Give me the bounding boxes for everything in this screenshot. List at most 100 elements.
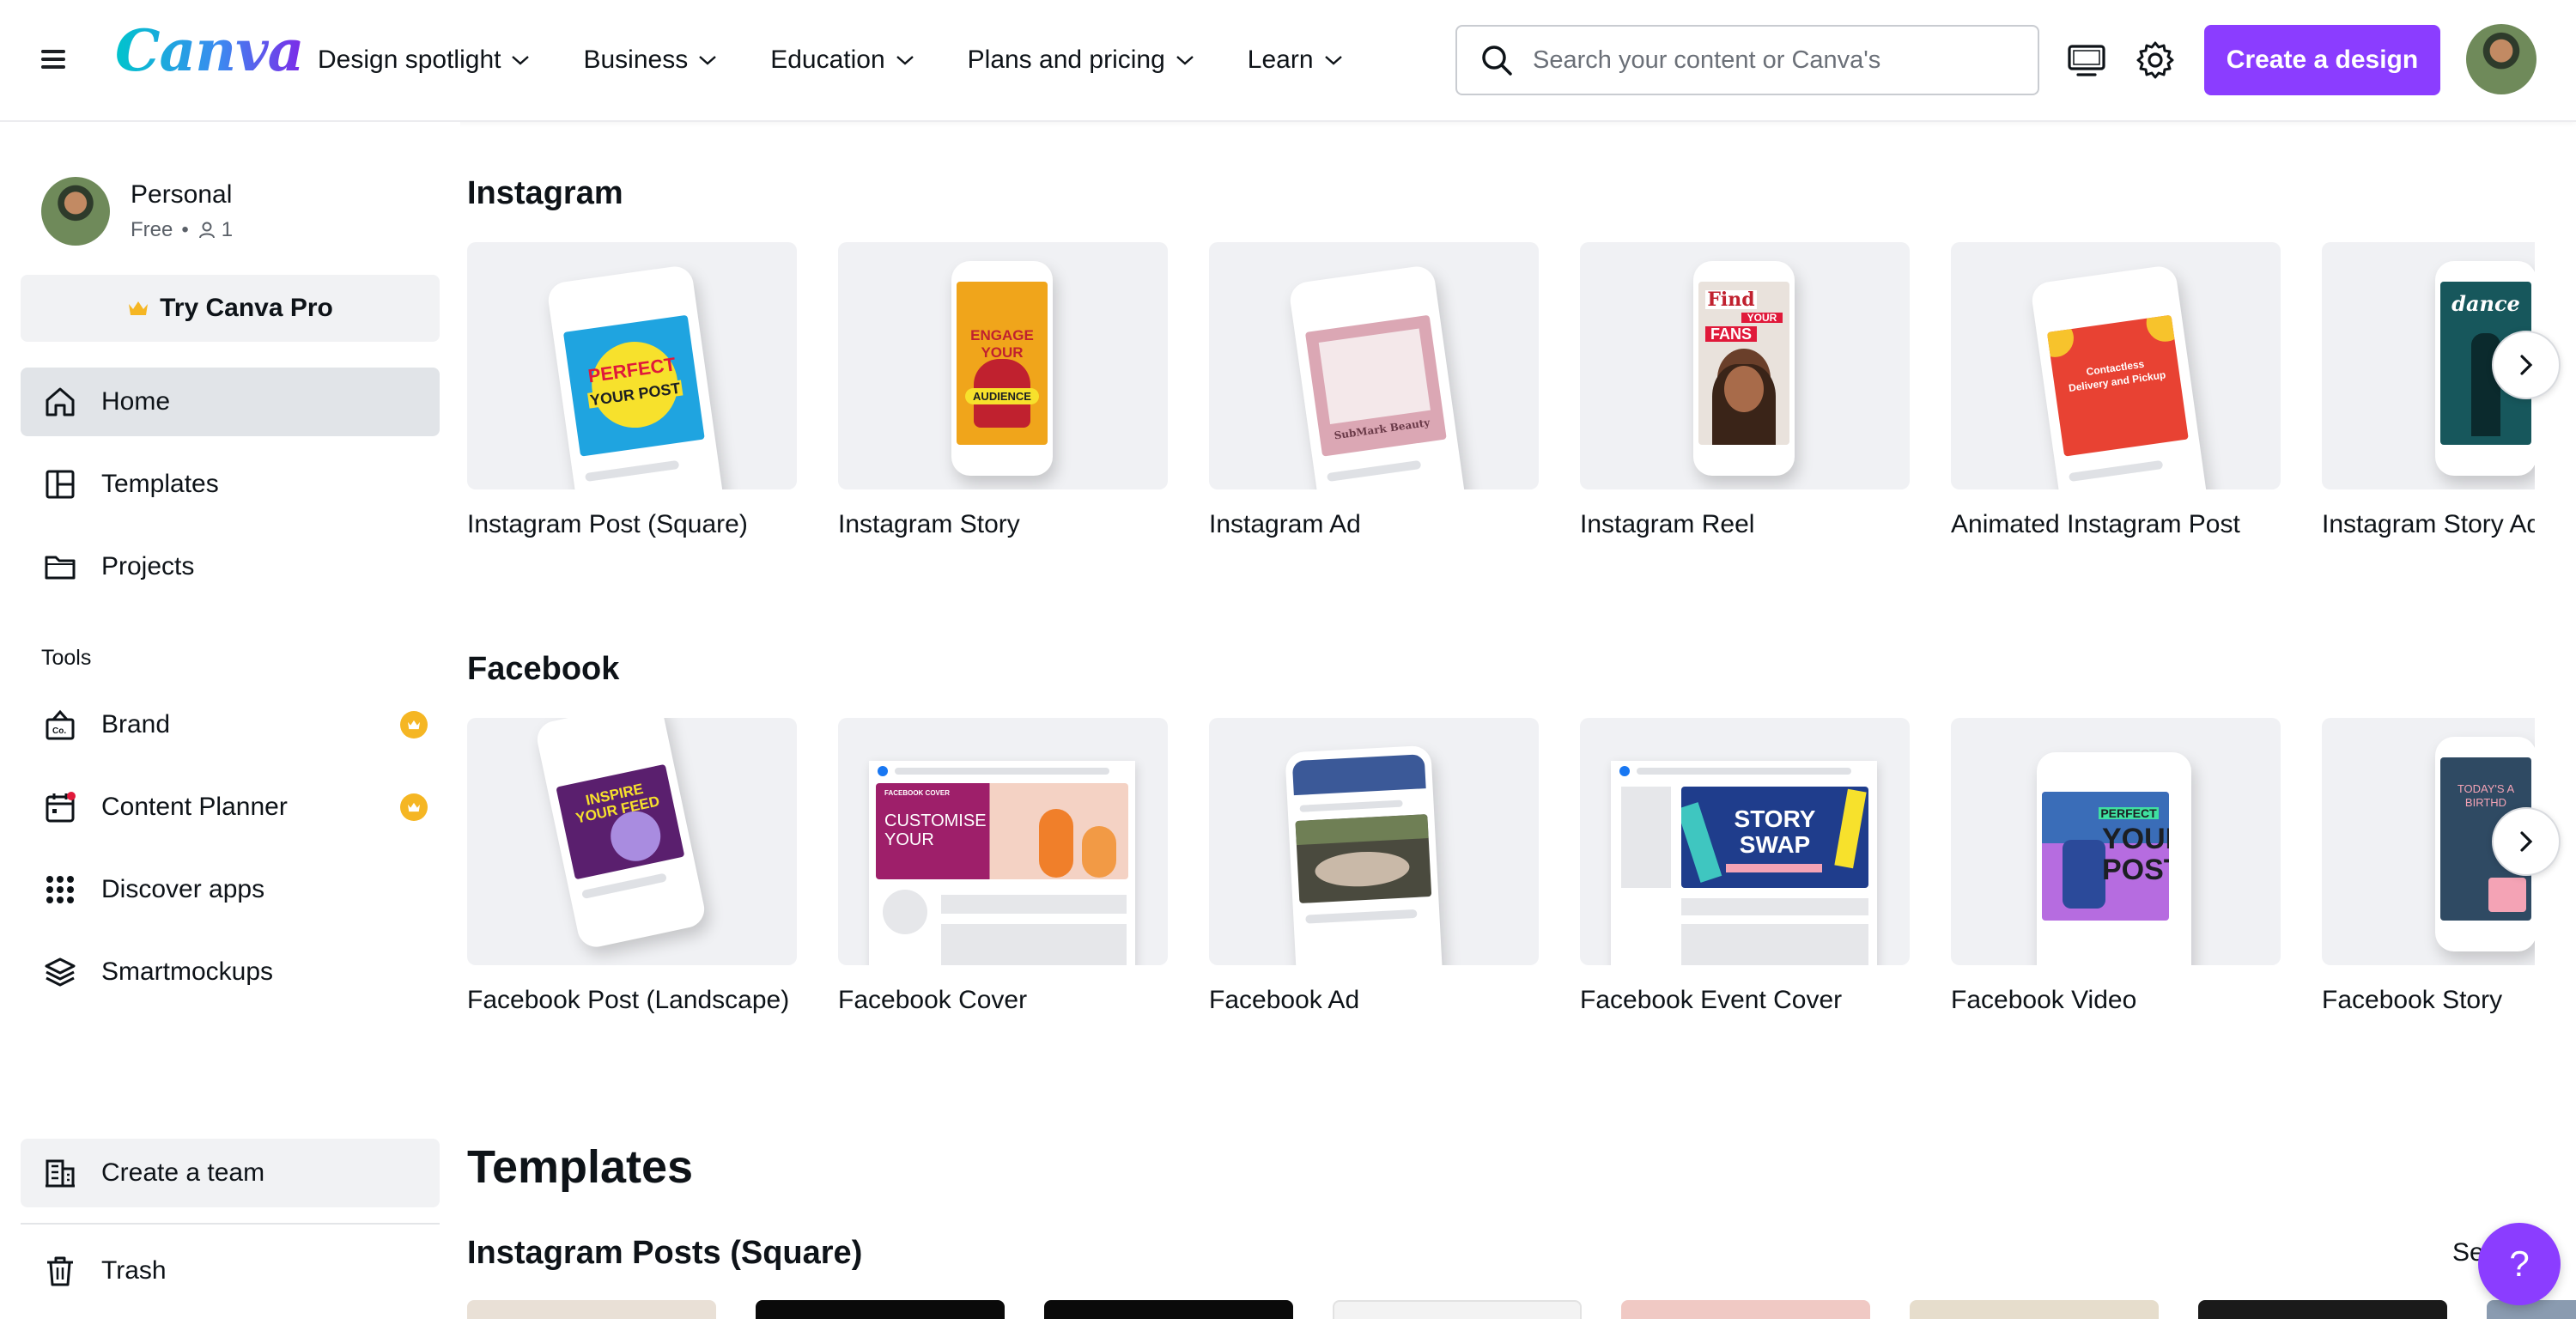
art-text: PERFECT — [2099, 807, 2159, 819]
sidebar-item-discover-apps[interactable]: Discover apps — [21, 855, 440, 924]
template-thumbnail[interactable] — [1044, 1300, 1293, 1319]
instagram-carousel-next-button[interactable] — [2492, 331, 2561, 399]
settings-gear-icon[interactable] — [2135, 40, 2176, 81]
facebook-carousel-next-button[interactable] — [2492, 807, 2561, 876]
chevron-down-icon — [896, 56, 914, 65]
search-box[interactable] — [1455, 25, 2039, 95]
sidebar-item-label: Home — [101, 387, 171, 416]
design-card-instagram-story[interactable]: ENGAGE YOUR AUDIENCE Instagram Story — [838, 242, 1168, 539]
card-thumbnail: INSPIRE YOUR FEED — [467, 718, 797, 965]
member-count: 1 — [221, 218, 234, 241]
search-input[interactable] — [1533, 46, 2014, 75]
design-card-facebook-event-cover[interactable]: STORY SWAP Facebook Event Cover — [1580, 718, 1910, 1015]
card-label: Facebook Video — [1951, 986, 2137, 1014]
template-thumbnail[interactable] — [1333, 1300, 1582, 1319]
sidebar-item-label: Content Planner — [101, 793, 288, 821]
art-text: TODAY'S A — [2457, 782, 2515, 795]
sidebar-item-brand[interactable]: Co. Brand — [21, 690, 440, 759]
card-label: Instagram Story — [838, 510, 1020, 538]
search-icon — [1482, 46, 1512, 76]
canva-logo[interactable]: Canva — [115, 17, 304, 84]
template-thumbnail[interactable] — [1910, 1300, 2159, 1319]
plan-label: Free — [131, 218, 173, 241]
art-text: CUSTOMISE — [884, 811, 987, 830]
create-team-button[interactable]: Create a team — [21, 1139, 440, 1207]
sidebar-item-content-planner[interactable]: Content Planner — [21, 773, 440, 842]
sidebar-item-label: Templates — [101, 470, 219, 498]
design-card-facebook-cover[interactable]: FACEBOOK COVER CUSTOMISE YOUR Facebook C… — [838, 718, 1168, 1015]
pro-crown-badge — [400, 793, 428, 821]
template-thumbnail[interactable] — [756, 1300, 1005, 1319]
design-card-instagram-post-square[interactable]: PERFECT YOUR POST Instagram Post (Square… — [467, 242, 797, 539]
template-thumbnails-row — [467, 1300, 2576, 1319]
sidebar-item-smartmockups[interactable]: Smartmockups — [21, 938, 440, 1006]
profile-switcher[interactable]: Personal Free • 1 — [41, 177, 233, 246]
create-design-button[interactable]: Create a design — [2204, 25, 2440, 95]
art-text: AUDIENCE — [965, 388, 1039, 404]
pro-crown-badge — [400, 711, 428, 739]
sidebar-item-label: Projects — [101, 552, 195, 580]
nav-label: Plans and pricing — [967, 46, 1165, 74]
art-text: FANS — [1705, 326, 1757, 342]
nav-label: Education — [770, 46, 885, 74]
desktop-app-icon[interactable] — [2066, 40, 2107, 81]
crown-icon — [408, 802, 420, 812]
design-card-facebook-ad[interactable]: Facebook Ad — [1209, 718, 1539, 1015]
chevron-down-icon — [1324, 56, 1342, 65]
art-text: YOUR — [981, 344, 1024, 361]
card-thumbnail: PERFECT YOUR POST — [1951, 718, 2281, 965]
art-text: dance — [2451, 291, 2520, 316]
design-card-instagram-reel[interactable]: Find YOUR FANS Instagram Reel — [1580, 242, 1910, 539]
facebook-carousel: INSPIRE YOUR FEED Facebook Post (Landsca… — [467, 718, 2535, 1027]
top-nav: Design spotlight Business Education Plan… — [318, 0, 1396, 120]
card-thumbnail: PERFECT YOUR POST — [467, 242, 797, 489]
chevron-down-icon — [699, 56, 717, 65]
templates-heading: Templates — [467, 1141, 694, 1193]
try-canva-pro-button[interactable]: Try Canva Pro — [21, 275, 440, 342]
sidebar-item-home[interactable]: Home — [21, 368, 440, 436]
help-button[interactable]: ? — [2478, 1223, 2561, 1305]
section-title-facebook: Facebook — [467, 651, 620, 687]
card-label: Instagram Reel — [1580, 510, 1755, 538]
nav-plans-pricing[interactable]: Plans and pricing — [968, 46, 1194, 75]
nav-design-spotlight[interactable]: Design spotlight — [318, 46, 530, 75]
design-card-facebook-post-landscape[interactable]: INSPIRE YOUR FEED Facebook Post (Landsca… — [467, 718, 797, 1015]
template-thumbnail[interactable] — [2198, 1300, 2447, 1319]
main-content: Instagram PERFECT YOUR POST Instagram Po… — [467, 122, 2576, 1319]
art-text: Find — [1705, 290, 1757, 309]
user-avatar[interactable] — [2466, 24, 2537, 94]
design-card-facebook-video[interactable]: PERFECT YOUR POST Facebook Video — [1951, 718, 2281, 1015]
sidebar-item-templates[interactable]: Templates — [21, 450, 440, 519]
apps-grid-icon — [46, 876, 74, 903]
sidebar-item-label: Discover apps — [101, 875, 265, 903]
card-label: Facebook Cover — [838, 986, 1028, 1014]
nav-learn[interactable]: Learn — [1248, 46, 1343, 75]
crown-icon — [408, 720, 420, 730]
card-thumbnail: SubMark Beauty — [1209, 242, 1539, 489]
design-card-animated-instagram-post[interactable]: Contactless Delivery and Pickup Animated… — [1951, 242, 2281, 539]
art-text: YOUR — [1741, 313, 1783, 323]
card-thumbnail: STORY SWAP — [1580, 718, 1910, 965]
chevron-down-icon — [512, 56, 530, 65]
nav-label: Learn — [1247, 46, 1314, 74]
design-card-instagram-ad[interactable]: SubMark Beauty Instagram Ad — [1209, 242, 1539, 539]
card-thumbnail: Find YOUR FANS — [1580, 242, 1910, 489]
nav-education[interactable]: Education — [770, 46, 914, 75]
template-thumbnail[interactable] — [467, 1300, 716, 1319]
person-icon — [198, 222, 215, 239]
layers-icon — [45, 957, 76, 987]
templates-subheading: Instagram Posts (Square) — [467, 1235, 863, 1271]
sidebar-item-projects[interactable]: Projects — [21, 532, 440, 601]
sidebar-item-label: Smartmockups — [101, 957, 274, 986]
crown-icon — [129, 301, 149, 315]
profile-name: Personal — [131, 180, 233, 209]
trash-icon — [47, 1256, 73, 1286]
sidebar-item-trash[interactable]: Trash — [21, 1237, 440, 1305]
card-label: Instagram Ad — [1209, 510, 1361, 538]
nav-business[interactable]: Business — [583, 46, 717, 75]
svg-text:Co.: Co. — [52, 726, 66, 736]
nav-label: Business — [583, 46, 689, 74]
template-thumbnail[interactable] — [1621, 1300, 1870, 1319]
sidebar-item-label: Brand — [101, 710, 171, 739]
menu-icon[interactable] — [39, 45, 69, 74]
